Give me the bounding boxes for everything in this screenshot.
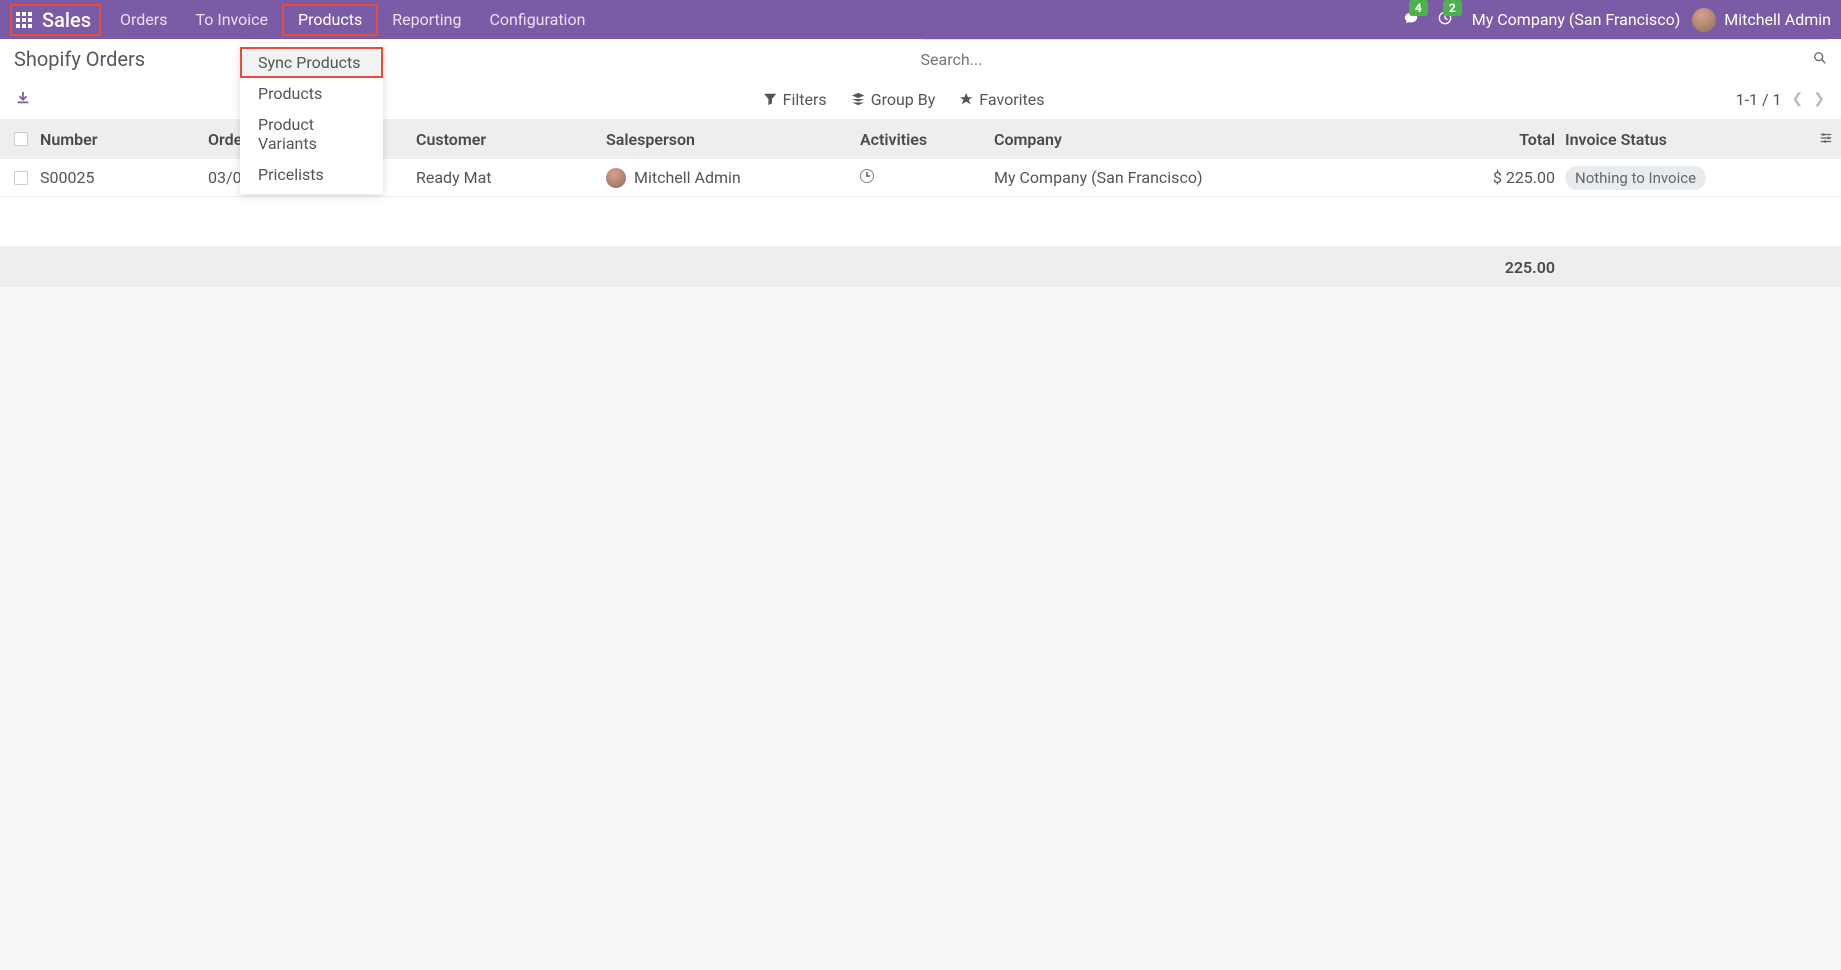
- footer-total: 225.00: [54, 258, 1841, 277]
- search-icon[interactable]: [1813, 49, 1827, 70]
- products-dropdown-menu: Sync Products Products Product Variants …: [240, 43, 383, 194]
- pager-next-button[interactable]: ❯: [1813, 91, 1825, 107]
- activities-badge: 2: [1443, 0, 1462, 16]
- invoice-status-chip: Nothing to Invoice: [1565, 166, 1706, 190]
- messages-button[interactable]: 4: [1404, 10, 1418, 29]
- download-icon: [16, 91, 30, 105]
- cell-number: S00025: [40, 168, 208, 187]
- user-name: Mitchell Admin: [1724, 10, 1831, 29]
- filter-icon: [763, 92, 777, 106]
- col-invoice-status[interactable]: Invoice Status: [1565, 130, 1811, 149]
- table-footer-row: 225.00: [0, 247, 1841, 287]
- dropdown-product-variants[interactable]: Product Variants: [240, 109, 383, 159]
- activity-clock-icon[interactable]: [860, 169, 874, 183]
- layers-icon: [851, 92, 865, 106]
- col-number[interactable]: Number: [40, 130, 208, 149]
- pager-prev-button[interactable]: ❮: [1792, 91, 1804, 107]
- favorites-button[interactable]: Favorites: [959, 90, 1044, 109]
- pager-text: 1-1 / 1: [1736, 90, 1782, 109]
- favorites-label: Favorites: [979, 90, 1044, 109]
- messages-badge: 4: [1409, 0, 1428, 16]
- col-company[interactable]: Company: [994, 130, 1356, 149]
- nav-products[interactable]: Products: [282, 4, 378, 36]
- page-title: Shopify Orders: [14, 47, 145, 71]
- filters-label: Filters: [783, 90, 827, 109]
- top-navbar: Sales Orders To Invoice Products Reporti…: [0, 0, 1841, 39]
- star-icon: [959, 92, 973, 106]
- user-menu[interactable]: Mitchell Admin: [1692, 8, 1831, 32]
- search-input[interactable]: [921, 46, 1814, 73]
- cell-total: $ 225.00: [1356, 168, 1565, 187]
- sliders-icon: [1819, 131, 1833, 145]
- select-all-checkbox[interactable]: [14, 132, 28, 146]
- column-settings-button[interactable]: [1811, 130, 1841, 149]
- company-selector[interactable]: My Company (San Francisco): [1472, 10, 1681, 29]
- salesperson-avatar-icon: [606, 168, 626, 188]
- nav-reporting[interactable]: Reporting: [378, 4, 475, 36]
- cell-salesperson: Mitchell Admin: [634, 168, 741, 187]
- dropdown-sync-products[interactable]: Sync Products: [240, 47, 383, 78]
- app-name: Sales: [42, 8, 91, 32]
- cell-company: My Company (San Francisco): [994, 168, 1356, 187]
- col-customer[interactable]: Customer: [416, 130, 606, 149]
- export-button[interactable]: [16, 90, 30, 109]
- nav-orders[interactable]: Orders: [106, 4, 181, 36]
- user-avatar-icon: [1692, 8, 1716, 32]
- col-activities[interactable]: Activities: [860, 130, 994, 149]
- table-spacer: [0, 197, 1841, 247]
- group-by-button[interactable]: Group By: [851, 90, 936, 109]
- filters-button[interactable]: Filters: [763, 90, 827, 109]
- apps-grid-icon: [16, 12, 32, 28]
- dropdown-pricelists[interactable]: Pricelists: [240, 159, 383, 190]
- activities-button[interactable]: 2: [1438, 10, 1452, 29]
- nav-configuration[interactable]: Configuration: [475, 4, 599, 36]
- col-total[interactable]: Total: [1356, 130, 1565, 149]
- cell-customer: Ready Mat: [416, 168, 606, 187]
- group-by-label: Group By: [871, 90, 936, 109]
- dropdown-products[interactable]: Products: [240, 78, 383, 109]
- app-switcher[interactable]: Sales: [10, 4, 101, 36]
- row-checkbox[interactable]: [14, 171, 28, 185]
- col-salesperson[interactable]: Salesperson: [606, 130, 860, 149]
- nav-to-invoice[interactable]: To Invoice: [181, 4, 282, 36]
